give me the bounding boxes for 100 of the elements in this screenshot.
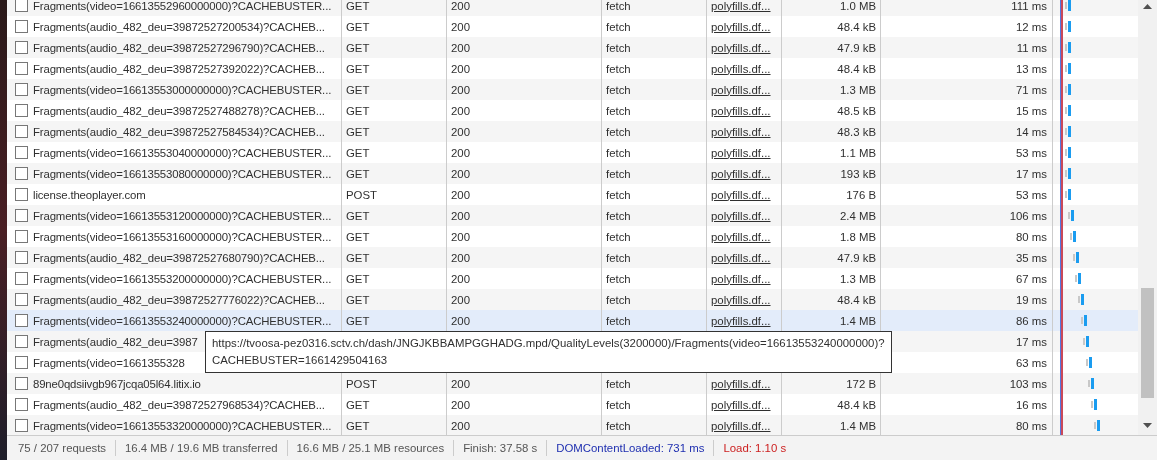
type-cell: fetch xyxy=(606,209,631,222)
status-cell: 200 xyxy=(451,0,470,12)
waterfall-bar xyxy=(1067,210,1074,221)
waterfall-bar xyxy=(1065,63,1071,74)
time-cell: 80 ms xyxy=(1015,419,1047,432)
type-cell: fetch xyxy=(606,0,631,12)
initiator-link[interactable]: polyfills.df... xyxy=(711,377,771,390)
status-summary: Load: 1.10 s xyxy=(722,441,788,456)
method-cell: GET xyxy=(346,398,370,411)
size-cell: 176 B xyxy=(846,188,876,201)
row-checkbox[interactable] xyxy=(15,230,28,243)
time-cell: 63 ms xyxy=(1015,356,1047,369)
waterfall-bar xyxy=(1065,42,1071,53)
method-cell: GET xyxy=(346,20,370,33)
size-cell: 48.3 kB xyxy=(837,125,876,138)
initiator-link[interactable]: polyfills.df... xyxy=(711,41,771,54)
initiator-link[interactable]: polyfills.df... xyxy=(711,398,771,411)
initiator-link[interactable]: polyfills.df... xyxy=(711,83,771,96)
initiator-link[interactable]: polyfills.df... xyxy=(711,314,771,327)
size-cell: 48.5 kB xyxy=(837,104,876,117)
waterfall-bar xyxy=(1065,126,1071,137)
size-cell: 1.3 MB xyxy=(839,272,876,285)
initiator-link[interactable]: polyfills.df... xyxy=(711,188,771,201)
initiator-link[interactable]: polyfills.df... xyxy=(711,419,771,432)
waterfall-bar xyxy=(1085,357,1092,368)
waterfall-bar xyxy=(1072,252,1079,263)
initiator-link[interactable]: polyfills.df... xyxy=(711,167,771,180)
row-checkbox[interactable] xyxy=(15,356,28,369)
time-cell: 17 ms xyxy=(1015,167,1047,180)
initiator-link[interactable]: polyfills.df... xyxy=(711,272,771,285)
initiator-link[interactable]: polyfills.df... xyxy=(711,209,771,222)
row-checkbox[interactable] xyxy=(15,251,28,264)
initiator-link[interactable]: polyfills.df... xyxy=(711,125,771,138)
row-checkbox[interactable] xyxy=(15,272,28,285)
row-checkbox[interactable] xyxy=(15,146,28,159)
status-cell: 200 xyxy=(451,251,470,264)
row-checkbox[interactable] xyxy=(15,188,28,201)
time-cell: 67 ms xyxy=(1015,272,1047,285)
waterfall-bar xyxy=(1065,189,1071,200)
initiator-link[interactable]: polyfills.df... xyxy=(711,293,771,306)
waterfall-bar xyxy=(1065,84,1071,95)
type-cell: fetch xyxy=(606,167,631,180)
time-cell: 86 ms xyxy=(1015,314,1047,327)
method-cell: POST xyxy=(346,188,377,201)
initiator-link[interactable]: polyfills.df... xyxy=(711,146,771,159)
status-cell: 200 xyxy=(451,314,470,327)
size-cell: 2.4 MB xyxy=(839,209,876,222)
status-cell: 200 xyxy=(451,146,470,159)
scrollbar[interactable] xyxy=(1138,0,1157,435)
initiator-link[interactable]: polyfills.df... xyxy=(711,62,771,75)
initiator-link[interactable]: polyfills.df... xyxy=(711,20,771,33)
row-checkbox[interactable] xyxy=(15,419,28,432)
method-cell: GET xyxy=(346,419,370,432)
scroll-down-icon[interactable] xyxy=(1143,423,1152,429)
request-name: Fragments(audio_482_deu=39872527200534)?CACHEB... xyxy=(33,20,325,33)
request-name: Fragments(video=16613553320000000)?CACHEBUSTER... xyxy=(33,419,332,432)
waterfall-bar xyxy=(1065,0,1071,11)
size-cell: 48.4 kB xyxy=(837,20,876,33)
request-name: Fragments(audio_482_deu=39872527488278)?CACHEB... xyxy=(33,104,325,117)
row-checkbox[interactable] xyxy=(15,377,28,390)
initiator-link[interactable]: polyfills.df... xyxy=(711,0,771,12)
row-checkbox[interactable] xyxy=(15,62,28,75)
request-name: Fragments(audio_482_deu=39872527776022)?CACHEB... xyxy=(33,293,325,306)
row-checkbox[interactable] xyxy=(15,125,28,138)
status-summary: 16.4 MB / 19.6 MB transferred xyxy=(116,440,288,456)
row-checkbox[interactable] xyxy=(15,104,28,117)
size-cell: 48.4 kB xyxy=(837,398,876,411)
status-cell: 200 xyxy=(451,398,470,411)
row-checkbox[interactable] xyxy=(15,41,28,54)
row-checkbox[interactable] xyxy=(15,314,28,327)
scrollbar-thumb[interactable] xyxy=(1141,288,1154,398)
type-cell: fetch xyxy=(606,20,631,33)
row-checkbox[interactable] xyxy=(15,0,28,12)
row-checkbox[interactable] xyxy=(15,20,28,33)
time-cell: 13 ms xyxy=(1015,62,1047,75)
status-cell: 200 xyxy=(451,377,470,390)
row-checkbox[interactable] xyxy=(15,398,28,411)
time-cell: 71 ms xyxy=(1015,83,1047,96)
row-checkbox[interactable] xyxy=(15,335,28,348)
row-checkbox[interactable] xyxy=(15,209,28,222)
waterfall-bar xyxy=(1075,273,1082,284)
initiator-link[interactable]: polyfills.df... xyxy=(711,230,771,243)
row-checkbox[interactable] xyxy=(15,83,28,96)
type-cell: fetch xyxy=(606,314,631,327)
initiator-link[interactable]: polyfills.df... xyxy=(711,104,771,117)
time-cell: 14 ms xyxy=(1015,125,1047,138)
initiator-link[interactable]: polyfills.df... xyxy=(711,251,771,264)
status-summary: 75 / 207 requests xyxy=(18,440,117,456)
scroll-up-icon[interactable] xyxy=(1143,3,1152,9)
status-summary: DOMContentLoaded: 731 ms xyxy=(547,440,715,456)
method-cell: GET xyxy=(346,0,370,12)
size-cell: 1.1 MB xyxy=(839,146,876,159)
request-name: Fragments(audio_482_deu=39872527392022)?CACHEB... xyxy=(33,62,325,75)
waterfall-bar xyxy=(1083,336,1090,347)
method-cell: GET xyxy=(346,62,370,75)
request-name: license.theoplayer.com xyxy=(33,188,146,201)
row-checkbox[interactable] xyxy=(15,293,28,306)
row-checkbox[interactable] xyxy=(15,167,28,180)
status-cell: 200 xyxy=(451,20,470,33)
time-cell: 53 ms xyxy=(1015,146,1047,159)
